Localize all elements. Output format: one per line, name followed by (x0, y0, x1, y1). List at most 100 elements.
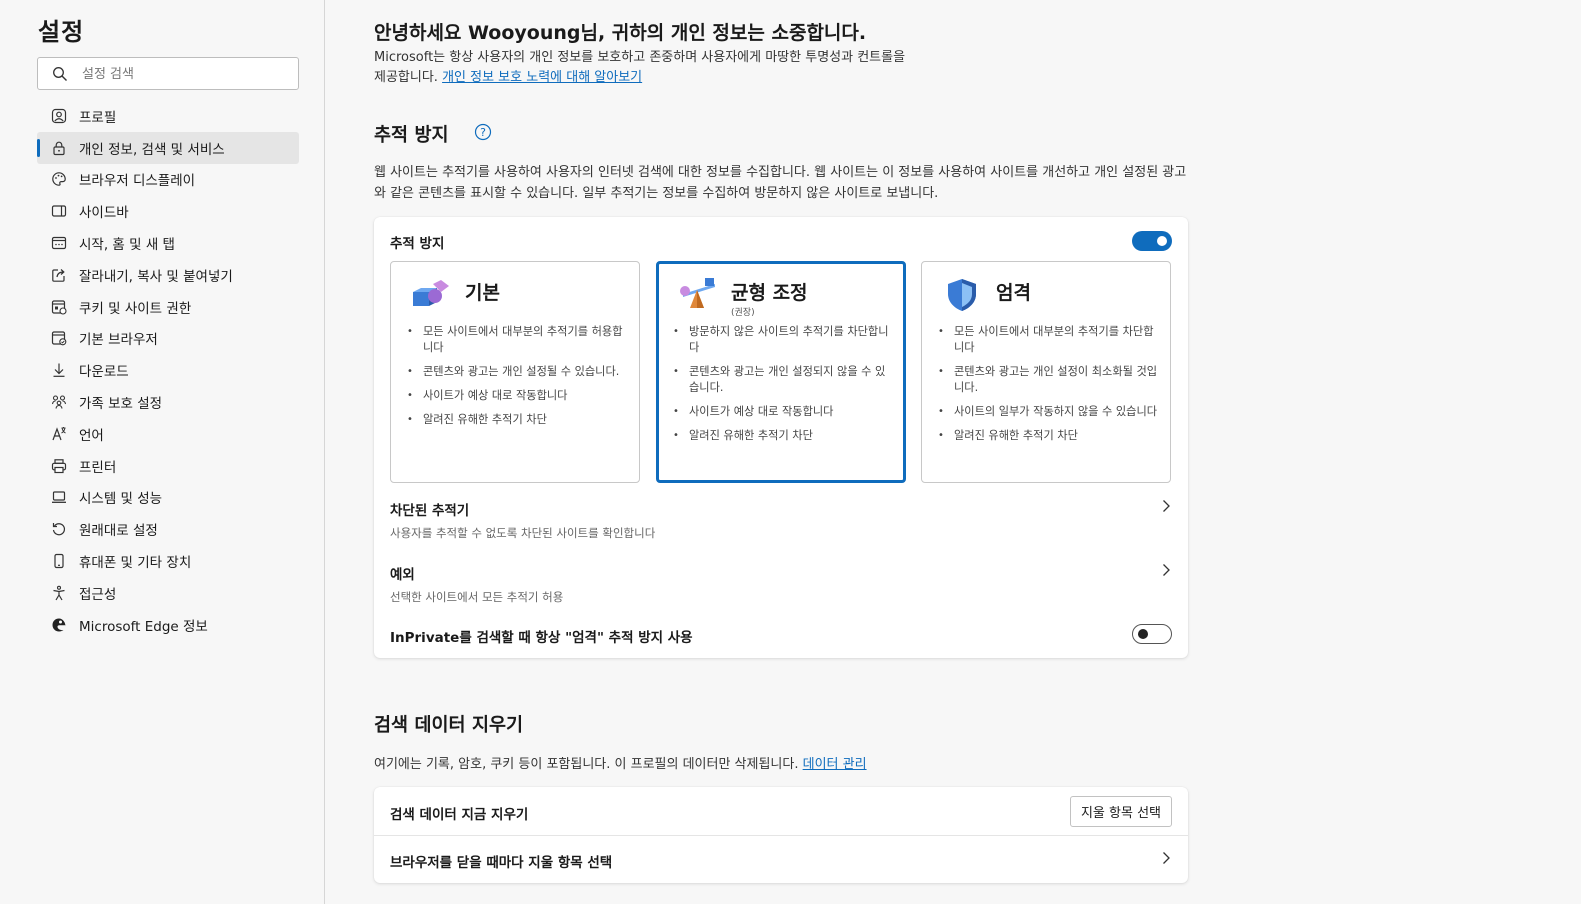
clear-on-close-label[interactable]: 브라우저를 닫을 때마다 지울 항목 선택 (390, 851, 612, 871)
manage-data-link[interactable]: 데이터 관리 (803, 757, 867, 772)
inprivate-strict-label: InPrivate를 검색할 때 항상 "엄격" 추적 방지 사용 (390, 630, 693, 646)
phone-icon (50, 552, 68, 570)
level-strict-bullets: 모든 사이트에서 대부분의 추적기를 차단합니다 콘텐츠와 광고는 개인 설정이… (938, 324, 1160, 452)
sidebar-item-printers[interactable]: 프린터 (37, 450, 299, 482)
list-item: 모든 사이트에서 대부분의 추적기를 허용합니다 (407, 324, 629, 356)
tracking-section-title: 추적 방지 (374, 125, 449, 146)
sidebar-item-label: 언어 (79, 427, 104, 444)
chevron-right-icon[interactable] (1160, 851, 1172, 865)
sidebar-item-label: 가족 보호 설정 (79, 396, 163, 413)
basic-shapes-icon (413, 280, 449, 306)
sidebar-item-label: 프로필 (79, 109, 117, 126)
clear-now-label: 검색 데이터 지금 지우기 (390, 807, 529, 823)
printer-icon (50, 457, 68, 475)
sidebar-item-about-edge[interactable]: Microsoft Edge 정보 (37, 609, 299, 641)
chevron-right-icon[interactable] (1160, 563, 1172, 577)
sidebar-item-label: 잘라내기, 복사 및 붙여넣기 (79, 268, 233, 285)
cookie-icon (50, 298, 68, 316)
sidebar-item-label: 시스템 및 성능 (79, 491, 163, 508)
list-item: 방문하지 않은 사이트의 추적기를 차단합니다 (673, 324, 895, 356)
settings-main: 안녕하세요 Wooyoung님, 귀하의 개인 정보는 소중합니다. Micro… (325, 0, 1581, 904)
sidebar-item-label: 개인 정보, 검색 및 서비스 (79, 141, 225, 158)
clear-data-text: 여기에는 기록, 암호, 쿠키 등이 포함됩니다. 이 프로필의 데이터만 삭제… (374, 757, 803, 772)
list-item: 알려진 유해한 추적기 차단 (673, 428, 895, 444)
choose-what-to-clear-button[interactable]: 지울 항목 선택 (1069, 796, 1172, 827)
sidebar-nav: 프로필 개인 정보, 검색 및 서비스 브라우저 디스플레이 사이드바 시작, … (37, 100, 299, 641)
sidebar-item-label: 쿠키 및 사이트 권한 (79, 300, 192, 317)
svg-text:?: ? (480, 126, 486, 139)
sidebar-item-share-copy[interactable]: 잘라내기, 복사 및 붙여넣기 (37, 259, 299, 291)
sidebar-item-privacy[interactable]: 개인 정보, 검색 및 서비스 (37, 131, 299, 164)
shield-icon (948, 279, 976, 311)
list-item: 콘텐츠와 광고는 개인 설정이 최소화될 것입니다. (938, 364, 1160, 396)
sidebar-item-family[interactable]: 가족 보호 설정 (37, 386, 299, 418)
laptop-icon (50, 488, 68, 506)
list-item: 사이트가 예상 대로 작동합니다 (407, 388, 629, 404)
level-basic-title: 기본 (465, 282, 500, 304)
accessibility-icon (50, 584, 68, 602)
home-tab-icon (50, 234, 68, 252)
sidebar-item-label: 프린터 (79, 459, 117, 476)
sidebar-item-profile[interactable]: 프로필 (37, 100, 299, 132)
privacy-commitment-link[interactable]: 개인 정보 보호 노력에 대해 알아보기 (442, 70, 642, 85)
level-balanced-title: 균형 조정 (731, 282, 808, 304)
page-title: 안녕하세요 Wooyoung님, 귀하의 개인 정보는 소중합니다. (374, 22, 867, 44)
chevron-right-icon[interactable] (1160, 499, 1172, 513)
sidebar-item-system[interactable]: 시스템 및 성능 (37, 482, 299, 514)
reset-icon (50, 520, 68, 538)
tracking-prevention-card: 추적 방지 기본 모든 사이트에서 대부분의 추적기를 허용합니다 콘텐츠와 광… (374, 217, 1188, 658)
level-balanced-card[interactable]: 균형 조정 (권장) 방문하지 않은 사이트의 추적기를 차단합니다 콘텐츠와 … (656, 261, 906, 483)
sidebar-item-start-home[interactable]: 시작, 홈 및 새 탭 (37, 227, 299, 259)
level-basic-card[interactable]: 기본 모든 사이트에서 대부분의 추적기를 허용합니다 콘텐츠와 광고는 개인 … (390, 261, 640, 483)
share-icon (50, 266, 68, 284)
sidebar-item-downloads[interactable]: 다운로드 (37, 354, 299, 386)
list-item: 모든 사이트에서 대부분의 추적기를 차단합니다 (938, 324, 1160, 356)
exceptions-subtitle: 선택한 사이트에서 모든 추적기 허용 (390, 590, 564, 604)
sidebar-item-label: 접근성 (79, 586, 117, 603)
list-item: 사이트가 예상 대로 작동합니다 (673, 404, 895, 420)
settings-search-input[interactable] (82, 64, 282, 84)
browser-icon (50, 329, 68, 347)
sidebar-item-label: Microsoft Edge 정보 (79, 618, 208, 635)
list-item: 콘텐츠와 광고는 개인 설정될 수 있습니다. (407, 364, 629, 380)
exceptions-title[interactable]: 예외 (390, 563, 415, 583)
settings-sidebar: 설정 프로필 개인 정보, 검색 및 서비스 브라우저 디스플레이 사이드바 시… (0, 0, 325, 904)
level-balanced-bullets: 방문하지 않은 사이트의 추적기를 차단합니다 콘텐츠와 광고는 개인 설정되지… (673, 324, 895, 452)
clear-data-section-title: 검색 데이터 지우기 (374, 715, 524, 736)
greeting-description: Microsoft는 항상 사용자의 개인 정보를 보호하고 존중하며 사용자에… (374, 48, 914, 87)
help-icon[interactable]: ? (474, 123, 492, 141)
settings-search-box[interactable] (37, 57, 299, 90)
tracking-toggle-label: 추적 방지 (390, 236, 445, 252)
profile-icon (50, 107, 68, 125)
inprivate-strict-toggle[interactable] (1132, 624, 1172, 644)
tracking-prevention-toggle[interactable] (1132, 231, 1172, 251)
level-strict-title: 엄격 (996, 282, 1031, 304)
level-strict-card[interactable]: 엄격 모든 사이트에서 대부분의 추적기를 차단합니다 콘텐츠와 광고는 개인 … (921, 261, 1171, 483)
sidebar-item-accessibility[interactable]: 접근성 (37, 577, 299, 609)
level-basic-bullets: 모든 사이트에서 대부분의 추적기를 허용합니다 콘텐츠와 광고는 개인 설정될… (407, 324, 629, 436)
blocked-trackers-title[interactable]: 차단된 추적기 (390, 499, 469, 519)
family-icon (50, 393, 68, 411)
sidebar-item-languages[interactable]: 언어 (37, 418, 299, 450)
blocked-trackers-subtitle: 사용자를 추적할 수 없도록 차단된 사이트를 확인합니다 (390, 526, 656, 540)
sidebar-item-label: 기본 브라우저 (79, 332, 158, 349)
palette-icon (50, 170, 68, 188)
sidebar-title: 설정 (38, 18, 85, 46)
clear-data-card: 검색 데이터 지금 지우기 지울 항목 선택 브라우저를 닫을 때마다 지울 항… (374, 787, 1188, 883)
sidebar-item-label: 시작, 홈 및 새 탭 (79, 237, 175, 254)
tracking-description: 웹 사이트는 추적기를 사용하여 사용자의 인터넷 검색에 대한 정보를 수집합… (374, 165, 1187, 201)
sidebar-item-cookies[interactable]: 쿠키 및 사이트 권한 (37, 291, 299, 323)
clear-data-description: 여기에는 기록, 암호, 쿠키 등이 포함됩니다. 이 프로필의 데이터만 삭제… (374, 753, 867, 772)
sidebar-item-default-browser[interactable]: 기본 브라우저 (37, 323, 299, 355)
download-icon (50, 361, 68, 379)
language-icon (50, 425, 68, 443)
sidebar-item-appearance[interactable]: 브라우저 디스플레이 (37, 164, 299, 196)
sidebar-item-sidebar[interactable]: 사이드바 (37, 195, 299, 227)
sidebar-item-phone[interactable]: 휴대폰 및 기타 장치 (37, 545, 299, 577)
sidebar-item-label: 다운로드 (79, 364, 129, 381)
list-item: 알려진 유해한 추적기 차단 (407, 412, 629, 428)
list-item: 사이트의 일부가 작동하지 않을 수 있습니다 (938, 404, 1160, 420)
sidebar-item-label: 원래대로 설정 (79, 523, 158, 540)
sidebar-item-label: 사이드바 (79, 205, 129, 222)
sidebar-item-reset[interactable]: 원래대로 설정 (37, 513, 299, 545)
